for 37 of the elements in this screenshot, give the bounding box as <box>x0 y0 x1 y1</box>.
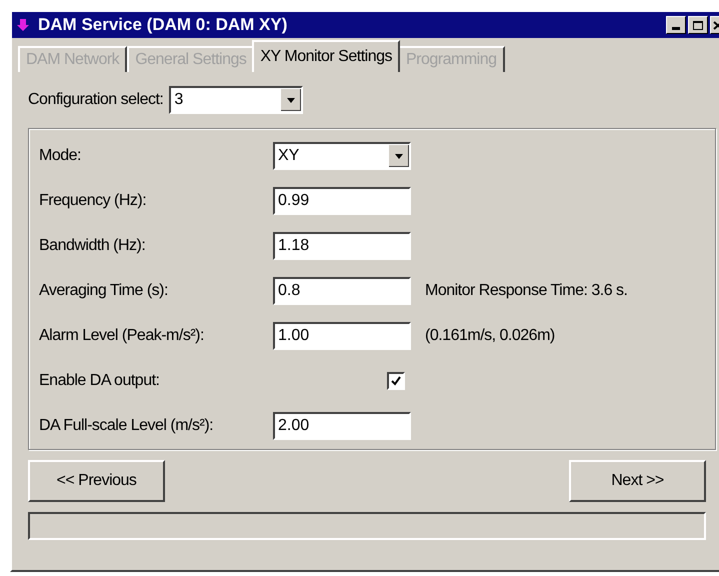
dropdown-arrow-icon[interactable] <box>281 89 302 111</box>
field-value: 0.99 <box>277 191 310 211</box>
window-title: DAM Service (DAM 0: DAM XY) <box>38 14 288 36</box>
field-label: Averaging Time (s): <box>39 281 169 301</box>
field-value: 0.8 <box>277 281 302 301</box>
maximize-icon <box>693 20 703 30</box>
minimize-button[interactable] <box>666 16 686 34</box>
info-text: (0.161m/s, 0.026m) <box>425 326 555 346</box>
minimize-icon <box>672 27 680 30</box>
field-label: DA Full-scale Level (m/s²): <box>39 416 214 436</box>
dropdown-value: 3 <box>173 90 184 110</box>
maximize-button[interactable] <box>688 16 708 34</box>
field-label: Mode: <box>39 146 82 166</box>
field-value: 1.18 <box>277 236 310 256</box>
input-field[interactable]: 1.00 <box>273 322 411 350</box>
field-label: Frequency (Hz): <box>39 191 148 211</box>
input-field[interactable]: 0.99 <box>273 187 411 215</box>
input-field[interactable]: 0.8 <box>273 277 411 305</box>
field-label: Bandwidth (Hz): <box>39 236 146 256</box>
checkbox[interactable] <box>387 372 405 390</box>
dropdown-arrow-icon[interactable] <box>389 145 409 167</box>
field-label: Enable DA output: <box>39 371 160 391</box>
input-field[interactable]: 2.00 <box>273 412 411 440</box>
check-icon <box>390 375 402 387</box>
mode-dropdown[interactable]: XY <box>273 142 411 170</box>
field-label: Alarm Level (Peak-m/s²): <box>39 326 205 346</box>
tab[interactable]: XY Monitor Settings <box>252 40 400 72</box>
input-field[interactable]: 1.18 <box>273 232 411 260</box>
field-value: XY <box>277 146 300 166</box>
configuration-label: Configuration select: <box>28 90 164 110</box>
field-value: 2.00 <box>277 416 310 436</box>
field-value: 1.00 <box>277 326 310 346</box>
info-text: Monitor Response Time: 3.6 s. <box>425 281 628 301</box>
app-icon <box>16 18 30 32</box>
previous-button[interactable]: << Previous <box>28 460 165 502</box>
next-button[interactable]: Next >> <box>569 460 706 502</box>
configuration-dropdown[interactable]: 3 <box>169 86 304 114</box>
